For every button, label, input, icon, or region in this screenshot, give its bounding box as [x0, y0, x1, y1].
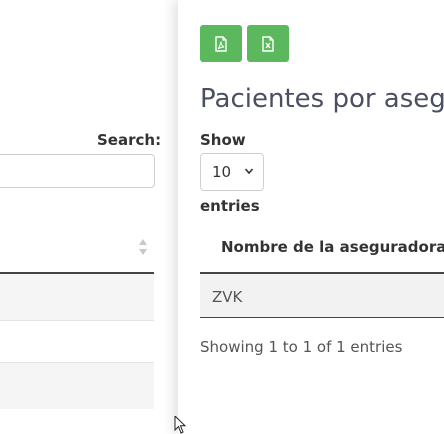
table-row — [0, 362, 154, 409]
entries-label: entries — [200, 197, 260, 215]
table-row — [0, 274, 154, 321]
chevron-down-icon — [244, 168, 254, 175]
export-pdf-button[interactable] — [200, 25, 242, 62]
table-row: ZVK — [200, 274, 444, 318]
panel-title: Pacientes por asegura — [200, 84, 444, 114]
sort-icon[interactable] — [138, 238, 148, 256]
mouse-cursor-icon — [174, 416, 187, 434]
show-label: Show — [200, 131, 246, 149]
export-excel-button[interactable] — [247, 25, 289, 62]
pdf-icon — [215, 35, 227, 52]
entries-per-page-select[interactable]: 10 — [200, 153, 264, 191]
column-header-insurer[interactable]: Nombre de la aseguradora — [221, 238, 444, 256]
screen: Search: Pacientes por aseg Show 10 entri… — [0, 0, 444, 434]
insurer-report-panel: Pacientes por asegura Show 10 entries No… — [178, 0, 444, 434]
entries-select-value: 10 — [212, 163, 232, 181]
table-cell-insurer: ZVK — [212, 288, 243, 306]
search-label: Search: — [97, 131, 162, 149]
table-info: Showing 1 to 1 of 1 entries — [200, 338, 403, 356]
excel-icon — [262, 35, 274, 52]
search-input[interactable] — [0, 154, 155, 188]
left-table-panel: Search: — [0, 0, 178, 434]
